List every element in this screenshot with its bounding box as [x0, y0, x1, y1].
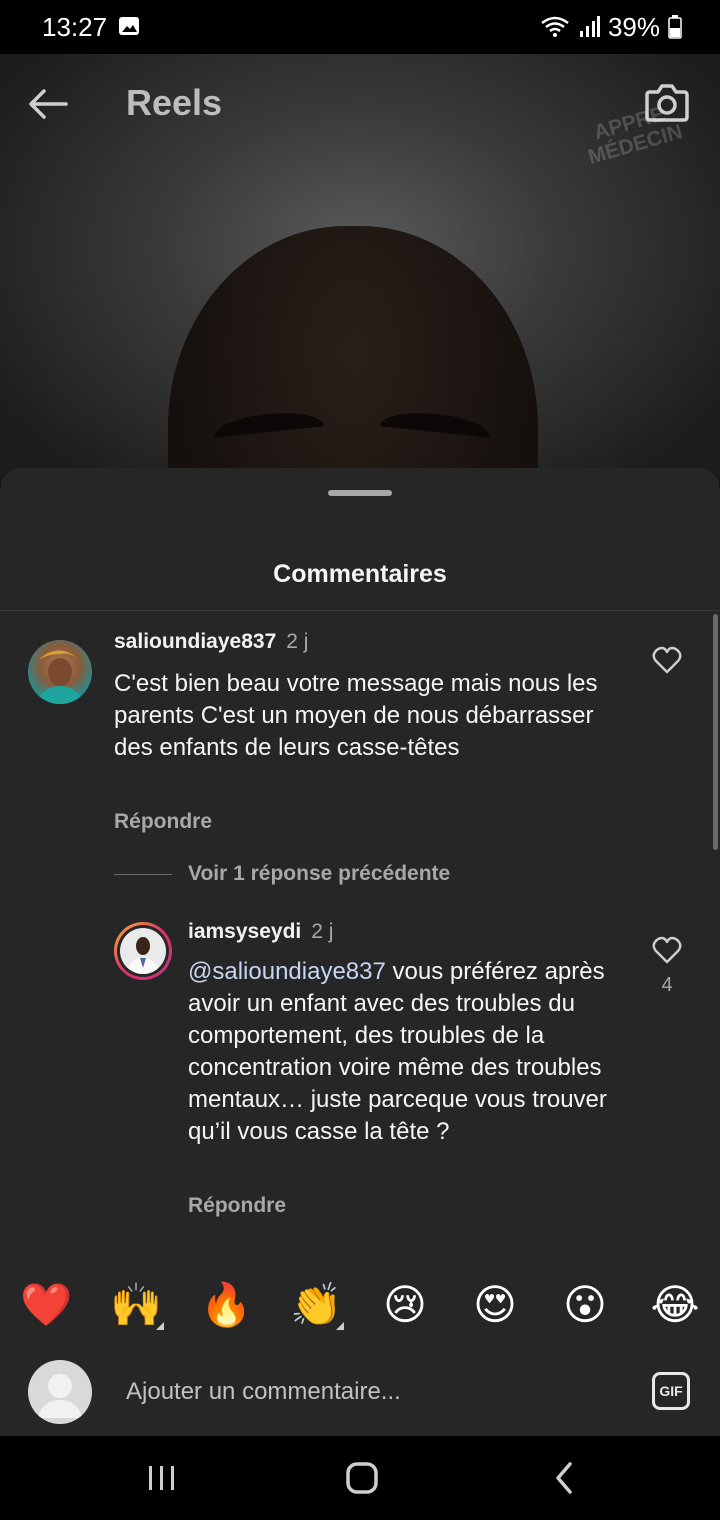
reply-username[interactable]: iamsyseydi 2 j	[188, 920, 333, 944]
gallery-notification-icon	[119, 17, 139, 35]
reply-text: @salioundiaye837 vous préférez après avo…	[188, 956, 628, 1148]
raising-hands-emoji-button[interactable]: 🙌	[110, 1280, 162, 1330]
battery-percent: 39%	[607, 11, 660, 42]
heart-emoji-button[interactable]: ❤️	[20, 1280, 72, 1330]
reply-time: 2 j	[311, 920, 334, 943]
like-count: 4	[661, 974, 673, 996]
heart-icon[interactable]	[652, 646, 682, 674]
heart-eyes-emoji-button[interactable]: 😍	[470, 1280, 520, 1330]
avatar-image	[120, 928, 166, 974]
skin-tone-indicator-icon	[336, 1322, 344, 1330]
battery-icon	[668, 15, 682, 39]
username-text[interactable]: salioundiaye837	[114, 630, 276, 653]
scrollbar[interactable]	[713, 614, 718, 850]
status-time: 13:27	[42, 12, 108, 42]
heart-icon[interactable]	[652, 936, 682, 964]
divider-line	[114, 874, 172, 875]
gif-button[interactable]: GIF	[652, 1372, 690, 1410]
back-arrow-icon[interactable]	[26, 86, 70, 122]
fire-emoji-button[interactable]: 🔥	[200, 1280, 252, 1330]
default-avatar-icon	[38, 1374, 82, 1418]
reply-body: vous préférez après avoir un enfant avec…	[188, 958, 607, 1145]
comment-composer: GIF	[0, 1348, 720, 1436]
avatar[interactable]	[114, 922, 172, 980]
skin-tone-indicator-icon	[156, 1322, 164, 1330]
comment-time: 2 j	[286, 630, 309, 653]
sheet-title: Commentaires	[273, 560, 447, 588]
laughing-emoji-button[interactable]: 😂	[650, 1280, 700, 1330]
clapping-emoji-button[interactable]: 👏	[290, 1280, 342, 1330]
reels-header: Reels APPRE MÉDECIN	[0, 54, 720, 169]
avatar-image	[36, 650, 84, 704]
home-icon[interactable]	[342, 1460, 382, 1496]
avatar-inner	[117, 925, 169, 977]
status-bar: 13:27 39%	[0, 0, 720, 54]
mention-link[interactable]: @salioundiaye837	[188, 958, 386, 985]
system-nav-bar	[0, 1436, 720, 1520]
reply-button[interactable]: Répondre	[114, 810, 212, 834]
page-title: Reels	[126, 82, 223, 123]
view-replies-button[interactable]: Voir 1 réponse précédente	[188, 862, 450, 886]
recent-apps-icon[interactable]	[142, 1460, 182, 1496]
comments-sheet: Commentaires salioundiaye837 2 j C'est bi…	[0, 468, 720, 1436]
divider	[0, 610, 720, 611]
comment-input[interactable]	[126, 1372, 606, 1412]
avatar[interactable]	[28, 640, 92, 704]
back-nav-icon[interactable]	[546, 1460, 586, 1496]
comment-username[interactable]: salioundiaye837 2 j	[114, 630, 308, 654]
surprised-emoji-button[interactable]: 😮	[560, 1280, 610, 1330]
signal-icon	[579, 16, 600, 37]
emoji-bar: ❤️ 🙌 🔥 👏 😢 😍 😮 😂	[0, 1280, 720, 1350]
user-avatar	[28, 1360, 92, 1424]
wifi-icon	[541, 16, 569, 37]
username-text[interactable]: iamsyseydi	[188, 920, 301, 943]
comment-text: C'est bien beau votre message mais nous …	[114, 670, 598, 761]
drag-handle[interactable]	[328, 490, 392, 496]
reply-button[interactable]: Répondre	[188, 1194, 286, 1218]
crying-emoji-button[interactable]: 😢	[380, 1280, 430, 1330]
